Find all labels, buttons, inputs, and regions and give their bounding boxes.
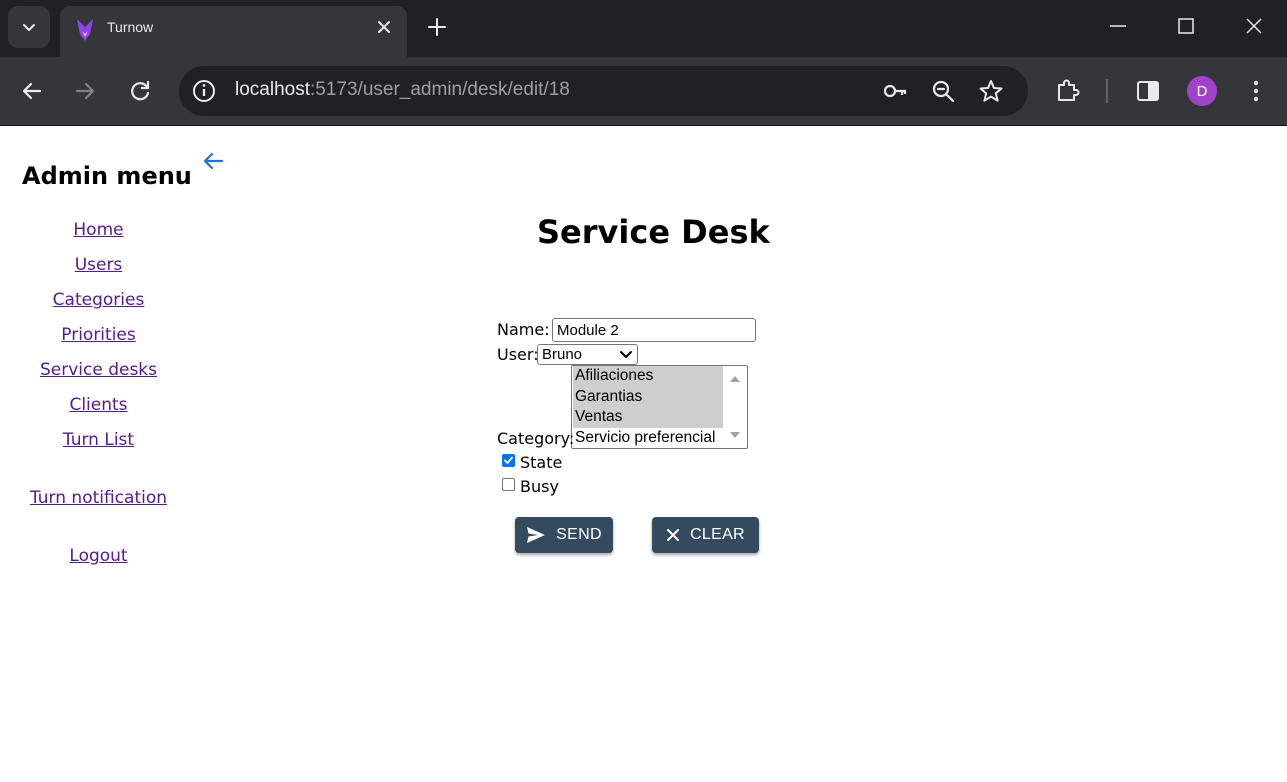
- category-option-afiliaciones[interactable]: Afiliaciones: [573, 366, 723, 387]
- extensions-puzzle-icon[interactable]: [1055, 78, 1081, 104]
- user-label: User:: [497, 345, 539, 364]
- clear-button[interactable]: CLEAR: [652, 517, 759, 553]
- category-option-ventas[interactable]: Ventas: [573, 407, 723, 428]
- nav-link-users[interactable]: Users: [0, 255, 197, 275]
- window-close-icon[interactable]: [1242, 14, 1266, 38]
- name-input[interactable]: [552, 318, 756, 342]
- category-label: Category:: [497, 429, 575, 448]
- checkmark-icon: [504, 456, 513, 464]
- chevron-down-icon: [620, 350, 632, 358]
- close-icon: [667, 529, 680, 541]
- admin-menu-title: Admin menu: [22, 162, 192, 190]
- user-select[interactable]: Bruno: [537, 344, 638, 365]
- nav-link-clients[interactable]: Clients: [0, 395, 197, 415]
- send-button[interactable]: SEND: [515, 517, 613, 553]
- category-multiselect[interactable]: Afiliaciones Garantias Ventas Servicio p…: [571, 365, 748, 449]
- tab-title: Turnow: [107, 19, 154, 35]
- scroll-up-icon[interactable]: [729, 374, 741, 384]
- name-label: Name:: [497, 320, 550, 339]
- send-button-label: SEND: [556, 526, 602, 543]
- address-bar[interactable]: localhost:5173/user_admin/desk/edit/18: [179, 66, 1028, 116]
- back-arrow-icon[interactable]: [199, 147, 227, 175]
- page-title: Service Desk: [537, 213, 770, 251]
- minimize-icon[interactable]: [1106, 14, 1130, 38]
- nav-link-categories[interactable]: Categories: [0, 290, 197, 310]
- nav-link-logout[interactable]: Logout: [0, 546, 197, 566]
- turnow-logo-icon: [77, 19, 93, 41]
- tab-search-button[interactable]: [8, 6, 50, 48]
- nav-link-priorities[interactable]: Priorities: [0, 325, 197, 345]
- nav-link-turn-notification[interactable]: Turn notification: [0, 488, 197, 508]
- busy-checkbox[interactable]: [502, 478, 515, 491]
- page-content: Admin menu Home Users Categories Priorit…: [0, 127, 1287, 782]
- scroll-down-icon[interactable]: [729, 430, 741, 440]
- maximize-icon[interactable]: [1174, 14, 1198, 38]
- zoom-icon[interactable]: [930, 78, 956, 104]
- site-info-icon[interactable]: [191, 78, 217, 104]
- admin-sidebar: Admin menu Home Users Categories Priorit…: [0, 127, 197, 782]
- url-path: :5173/user_admin/desk/edit/18: [310, 79, 570, 100]
- clear-button-label: CLEAR: [690, 526, 745, 543]
- reload-icon[interactable]: [127, 78, 153, 104]
- browser-toolbar: localhost:5173/user_admin/desk/edit/18 D: [0, 57, 1287, 126]
- url-host: localhost: [235, 79, 310, 100]
- busy-label: Busy: [520, 477, 559, 496]
- back-icon[interactable]: [19, 78, 45, 104]
- category-option-garantias[interactable]: Garantias: [573, 386, 723, 407]
- close-icon[interactable]: [375, 18, 393, 36]
- new-tab-plus-icon[interactable]: [426, 16, 448, 38]
- nav-link-home[interactable]: Home: [0, 220, 197, 240]
- browser-tab-bar: Turnow: [0, 0, 1287, 57]
- nav-link-service-desks[interactable]: Service desks: [0, 360, 197, 380]
- chevron-down-icon: [23, 24, 35, 31]
- browser-tab[interactable]: Turnow: [60, 6, 407, 57]
- profile-avatar[interactable]: D: [1187, 76, 1217, 106]
- side-panel-icon[interactable]: [1135, 78, 1161, 104]
- user-select-value: Bruno: [542, 346, 583, 363]
- key-icon[interactable]: [882, 78, 908, 104]
- more-menu-icon[interactable]: [1243, 78, 1269, 104]
- category-option-servicio-preferencial[interactable]: Servicio preferencial: [573, 428, 723, 449]
- forward-icon[interactable]: [72, 78, 98, 104]
- toolbar-divider: [1106, 79, 1108, 103]
- state-checkbox[interactable]: [502, 454, 515, 467]
- url-text[interactable]: localhost:5173/user_admin/desk/edit/18: [235, 79, 570, 101]
- nav-link-turn-list[interactable]: Turn List: [0, 430, 197, 450]
- send-icon: [527, 527, 546, 543]
- bookmark-star-icon[interactable]: [978, 78, 1004, 104]
- state-label: State: [520, 453, 563, 472]
